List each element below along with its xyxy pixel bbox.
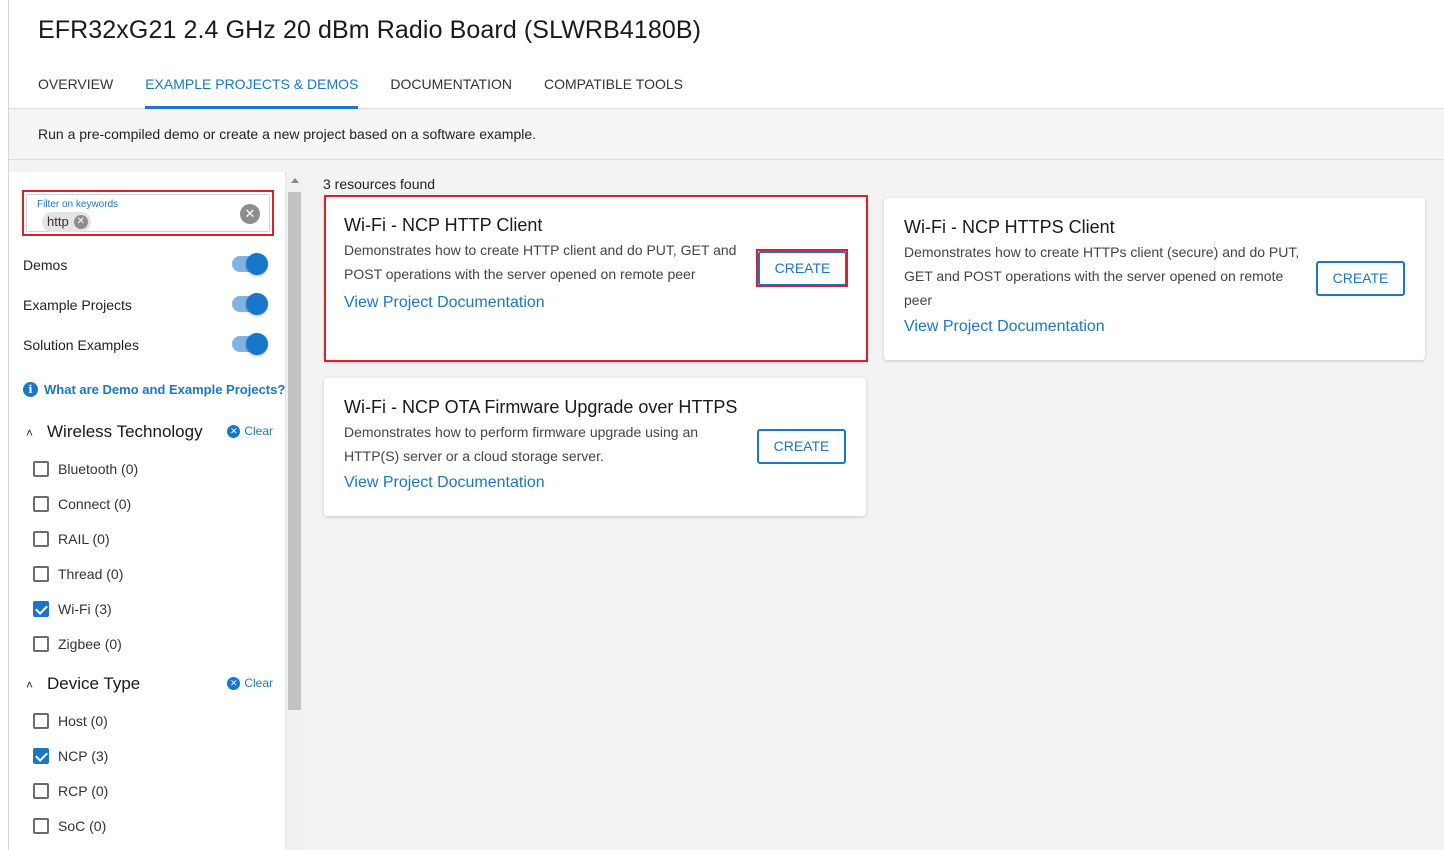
filter-option-soc[interactable]: SoC (0)	[33, 816, 106, 836]
filter-option-rail[interactable]: RAIL (0)	[33, 529, 110, 549]
card-description: Demonstrates how to create HTTPs client …	[904, 240, 1299, 312]
info-icon: i	[23, 382, 38, 397]
filter-label: Filter on keywords	[37, 199, 119, 210]
sidebar-scrollbar[interactable]	[285, 172, 303, 850]
toggle-label: Solution Examples	[23, 337, 139, 353]
checkbox[interactable]	[33, 566, 49, 582]
filter-option-wifi[interactable]: Wi-Fi (3)	[33, 599, 112, 619]
card-title: Wi-Fi - NCP OTA Firmware Upgrade over HT…	[344, 397, 738, 417]
toggle-label: Demos	[23, 257, 68, 273]
page-title: EFR32xG21 2.4 GHz 20 dBm Radio Board (SL…	[38, 16, 702, 44]
tab-bar: OVERVIEW EXAMPLE PROJECTS & DEMOS DOCUME…	[38, 66, 715, 109]
option-label: Thread (0)	[58, 566, 124, 582]
subheader-text: Run a pre-compiled demo or create a new …	[38, 126, 537, 142]
description-line: HTTP(S) server or a cloud storage server…	[344, 448, 604, 464]
option-label: Host (0)	[58, 713, 108, 729]
keyword-chip-label: http	[47, 214, 69, 229]
filter-option-ncp[interactable]: NCP (3)	[33, 746, 108, 766]
toggle-solution-examples: Solution Examples	[23, 333, 268, 357]
left-window-edge	[0, 0, 9, 850]
example-projects-switch[interactable]	[232, 293, 268, 315]
checkbox[interactable]	[33, 531, 49, 547]
option-label: Connect (0)	[58, 496, 132, 512]
option-label: SoC (0)	[58, 818, 107, 834]
checkbox[interactable]	[33, 636, 49, 652]
option-label: Zigbee (0)	[58, 636, 122, 652]
create-button-highlight-outline	[756, 249, 848, 287]
section-wireless-technology[interactable]: ˄ Wireless Technology ✕ Clear	[23, 421, 273, 445]
clear-icon: ✕	[227, 676, 241, 690]
result-card: Wi-Fi - NCP HTTPS Client Demonstrates ho…	[884, 198, 1425, 360]
filter-option-host[interactable]: Host (0)	[33, 711, 108, 731]
keyword-filter-input[interactable]: Filter on keywords http ✕ ✕	[26, 194, 270, 232]
filter-option-zigbee[interactable]: Zigbee (0)	[33, 634, 122, 654]
clear-label: Clear	[244, 424, 273, 438]
view-documentation-link[interactable]: View Project Documentation	[344, 474, 545, 492]
checkbox[interactable]	[33, 783, 49, 799]
tab-compatible-tools[interactable]: COMPATIBLE TOOLS	[544, 66, 683, 109]
results-count: 3 resources found	[323, 176, 436, 192]
checkbox[interactable]	[33, 818, 49, 834]
checkbox-checked[interactable]	[33, 601, 49, 617]
subheader-banner: Run a pre-compiled demo or create a new …	[9, 110, 1444, 160]
demo-help-link[interactable]: i What are Demo and Example Projects?	[23, 382, 285, 397]
filter-option-connect[interactable]: Connect (0)	[33, 494, 131, 514]
description-line: peer	[904, 292, 933, 308]
create-button[interactable]: CREATE	[757, 429, 846, 464]
checkbox-checked[interactable]	[33, 748, 49, 764]
option-label: Wi-Fi (3)	[58, 601, 112, 617]
option-label: RCP (0)	[58, 783, 109, 799]
view-documentation-link[interactable]: View Project Documentation	[904, 318, 1105, 336]
clear-wireless-button[interactable]: ✕ Clear	[227, 424, 273, 438]
switch-knob	[246, 293, 268, 315]
checkbox[interactable]	[33, 461, 49, 477]
chip-remove-icon[interactable]: ✕	[73, 215, 88, 229]
scrollbar-thumb[interactable]	[288, 192, 301, 710]
result-card: Wi-Fi - NCP OTA Firmware Upgrade over HT…	[324, 378, 866, 516]
clear-filter-icon[interactable]: ✕	[240, 204, 260, 224]
option-label: Bluetooth (0)	[58, 461, 139, 477]
solution-examples-switch[interactable]	[232, 333, 268, 355]
clear-label: Clear	[244, 676, 273, 690]
chevron-up-icon: ˄	[26, 426, 34, 440]
filter-highlight: Filter on keywords http ✕ ✕	[22, 190, 274, 236]
tab-example-projects-demos[interactable]: EXAMPLE PROJECTS & DEMOS	[145, 66, 359, 109]
switch-knob	[246, 253, 268, 275]
toggle-demos: Demos	[23, 253, 268, 277]
card-description: Demonstrates how to perform firmware upg…	[344, 420, 698, 468]
clear-device-type-button[interactable]: ✕ Clear	[227, 676, 273, 690]
card-title: Wi-Fi - NCP HTTPS Client	[904, 217, 1115, 237]
section-device-type[interactable]: ˄ Device Type ✕ Clear	[23, 673, 273, 697]
create-button[interactable]: CREATE	[1316, 261, 1405, 296]
tab-overview[interactable]: OVERVIEW	[38, 66, 113, 109]
keyword-chip[interactable]: http ✕	[42, 212, 91, 232]
switch-knob	[246, 333, 268, 355]
description-line: Demonstrates how to perform firmware upg…	[344, 424, 699, 440]
scroll-up-arrow-icon[interactable]	[291, 178, 299, 183]
checkbox[interactable]	[33, 713, 49, 729]
option-label: NCP (3)	[58, 748, 109, 764]
filter-option-bluetooth[interactable]: Bluetooth (0)	[33, 459, 138, 479]
option-label: RAIL (0)	[58, 531, 110, 547]
tab-documentation[interactable]: DOCUMENTATION	[390, 66, 512, 109]
filter-sidebar: Filter on keywords http ✕ ✕ Demos Exampl…	[9, 172, 285, 850]
description-line: GET and POST operations with the server …	[904, 268, 1284, 284]
section-title: Wireless Technology	[47, 422, 203, 441]
toggle-example-projects: Example Projects	[23, 293, 268, 317]
checkbox[interactable]	[33, 496, 49, 512]
section-title: Device Type	[47, 674, 141, 693]
demos-switch[interactable]	[232, 253, 268, 275]
help-link-label: What are Demo and Example Projects?	[44, 382, 286, 397]
filter-option-rcp[interactable]: RCP (0)	[33, 781, 108, 801]
description-line: Demonstrates how to create HTTPs client …	[904, 244, 1300, 260]
filter-option-thread[interactable]: Thread (0)	[33, 564, 123, 584]
page-header: EFR32xG21 2.4 GHz 20 dBm Radio Board (SL…	[9, 0, 1444, 109]
chevron-up-icon: ˄	[26, 678, 34, 692]
toggle-label: Example Projects	[23, 297, 132, 313]
clear-icon: ✕	[227, 424, 241, 438]
